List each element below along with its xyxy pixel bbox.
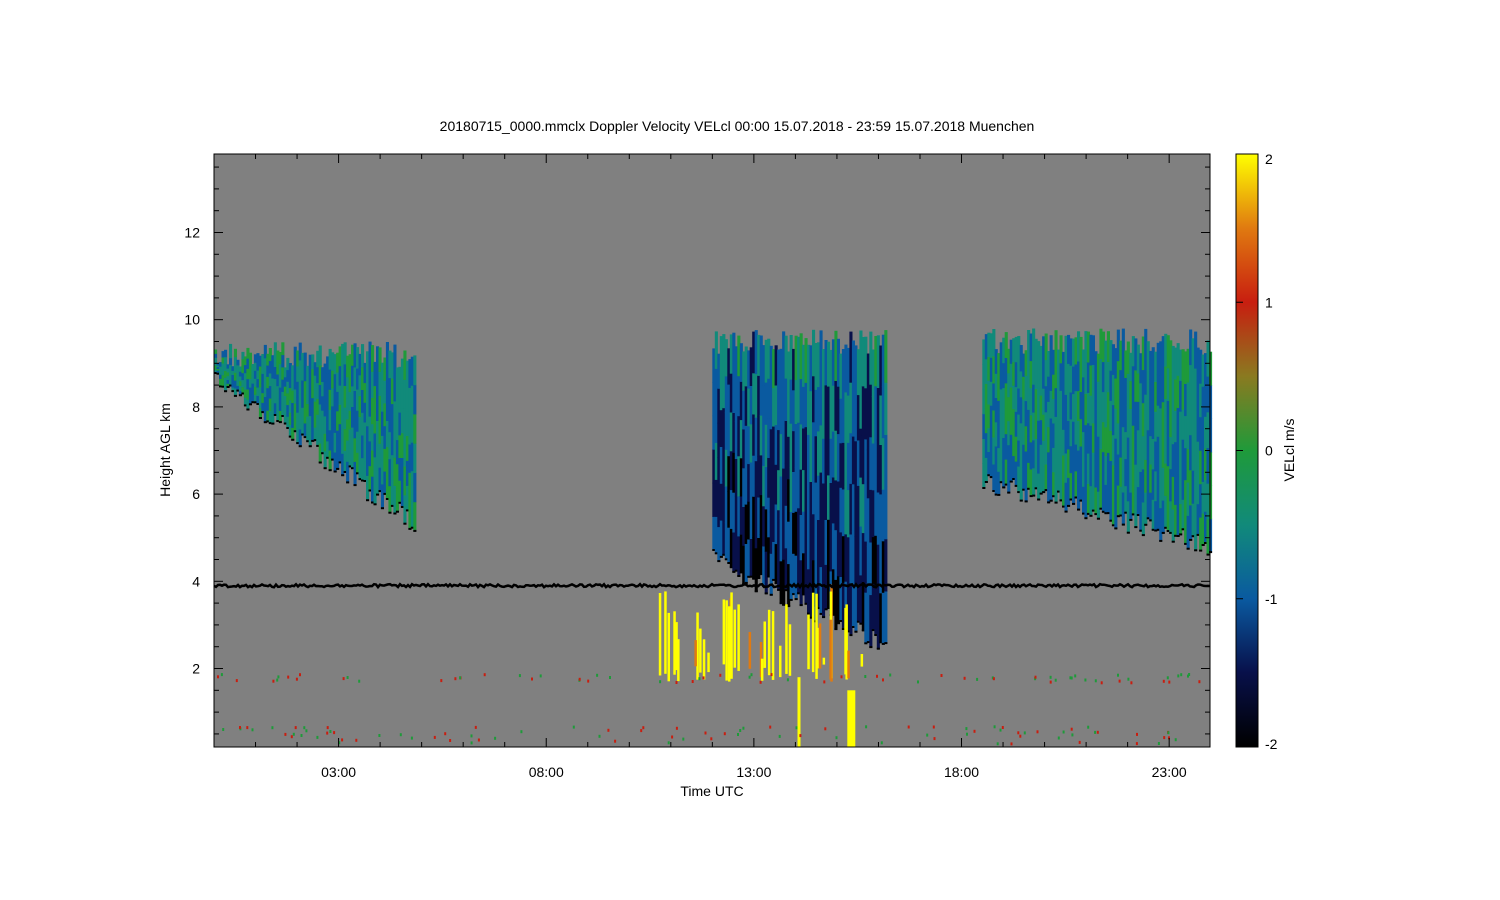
y-axis-label: Height AGL km [157, 403, 173, 497]
x-tick-label: 13:00 [736, 764, 771, 780]
y-tick-label: 10 [184, 312, 200, 328]
y-tick-label: 2 [192, 661, 200, 677]
y-tick-label: 4 [192, 573, 200, 589]
x-tick-label: 08:00 [529, 764, 564, 780]
x-axis-label: Time UTC [680, 783, 743, 799]
colorbar-tick-label: -1 [1265, 591, 1278, 607]
x-tick-label: 03:00 [321, 764, 356, 780]
chart-title: 20180715_0000.mmclx Doppler Velocity VEL… [440, 118, 1035, 134]
colorbar-tick-label: 1 [1265, 294, 1273, 310]
x-tick-label: 18:00 [944, 764, 979, 780]
x-tick-label: 23:00 [1152, 764, 1187, 780]
y-tick-label: 12 [184, 224, 200, 240]
colorbar-tick-label: -2 [1265, 736, 1278, 752]
velocity-chart: 20180715_0000.mmclx Doppler Velocity VEL… [157, 118, 1297, 799]
colorbar-label: VELcl m/s [1281, 418, 1297, 481]
y-tick-label: 8 [192, 399, 200, 415]
y-tick-label: 6 [192, 486, 200, 502]
colorbar-tick-label: 2 [1265, 151, 1273, 167]
colorbar-tick-label: 0 [1265, 443, 1273, 459]
